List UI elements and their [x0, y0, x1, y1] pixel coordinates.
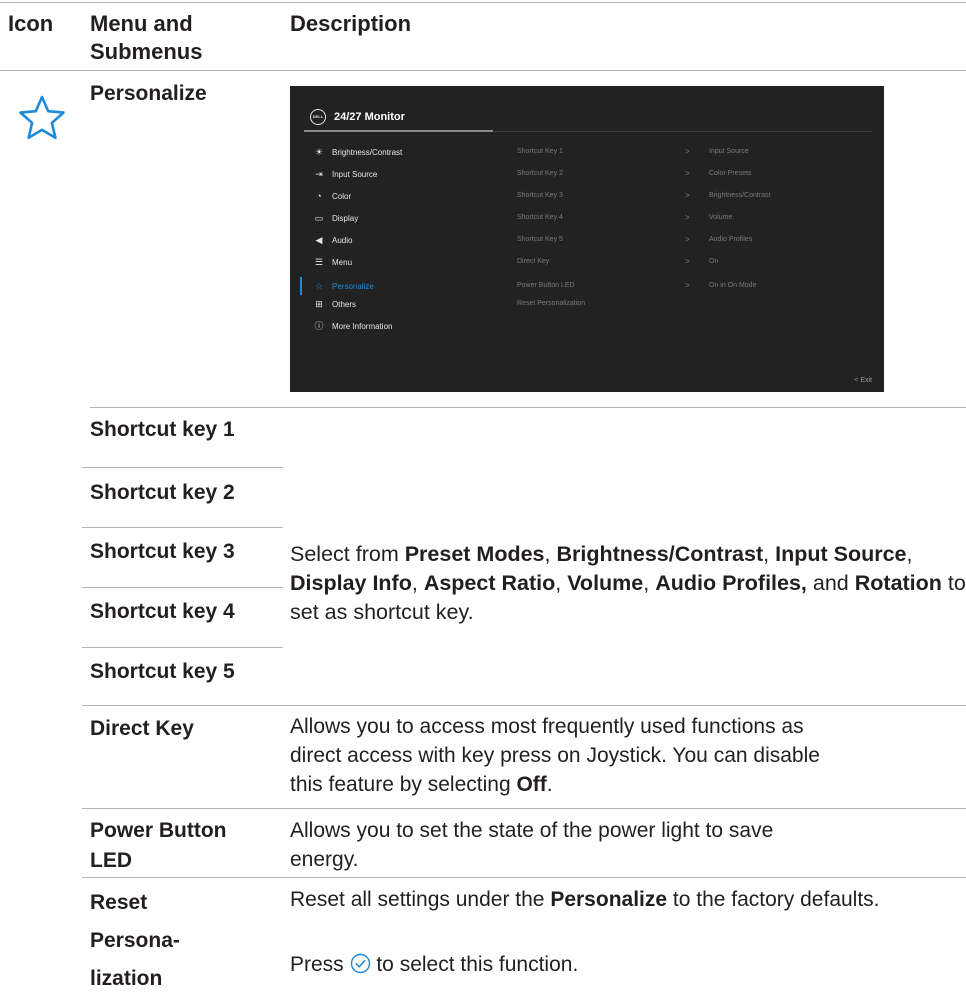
osd-submenu-power-led[interactable]: Power Button LED [517, 278, 575, 294]
osd-submenu-shortcut-5[interactable]: Shortcut Key 5 [517, 232, 563, 248]
osd-selection-bar [300, 277, 302, 295]
power-button-led-label: Power Button LED [90, 819, 227, 872]
others-icon: ⊞ [315, 299, 323, 309]
header-rule [0, 70, 966, 71]
palette-icon: ◔ [316, 191, 322, 201]
direct-key-label: Direct Key [90, 717, 194, 740]
chevron-right-icon: > [685, 191, 690, 200]
input-icon: ⇥ [315, 169, 323, 179]
osd-menu-input-source[interactable]: ⇥ Input Source [310, 166, 500, 182]
header-menu: Menu and Submenus [90, 11, 203, 64]
reset-personalization-label: Reset Persona- lization [90, 891, 180, 990]
osd-submenu-shortcut-3[interactable]: Shortcut Key 3 [517, 188, 563, 204]
osd-menu-more-information[interactable]: ⓘ More Information [310, 318, 500, 334]
row-rule [82, 647, 283, 648]
dell-logo: DELL [310, 109, 326, 125]
speaker-icon: ◀ [315, 235, 323, 245]
shortcut-key-3-label: Shortcut key 3 [90, 540, 235, 563]
osd-submenu-shortcut-4[interactable]: Shortcut Key 4 [517, 210, 563, 226]
power-button-led-description: Allows you to set the state of the power… [290, 819, 774, 871]
osd-submenu-shortcut-1[interactable]: Shortcut Key 1 [517, 144, 563, 160]
osd-menu-display[interactable]: ▭ Display [310, 210, 500, 226]
monitor-icon: ▭ [314, 213, 324, 223]
sun-icon: ☀ [314, 147, 324, 157]
row-rule [90, 407, 966, 408]
osd-value-shortcut-5: Audio Profiles [709, 236, 753, 243]
row-rule [82, 705, 966, 706]
osd-menu-audio[interactable]: ◀ Audio [310, 232, 500, 248]
shortcut-key-4-label: Shortcut key 4 [90, 600, 235, 623]
osd-submenu-shortcut-2[interactable]: Shortcut Key 2 [517, 166, 563, 182]
star-icon: ☆ [314, 281, 324, 291]
shortcut-key-2-label: Shortcut key 2 [90, 481, 235, 504]
osd-separator-highlight [304, 130, 493, 132]
osd-menu-personalize[interactable]: ☆ Personalize [310, 278, 500, 294]
header-icon: Icon [8, 11, 54, 36]
osd-value-shortcut-4: Volume [709, 214, 733, 221]
osd-menu-menu[interactable]: ☰ Menu [310, 254, 500, 270]
menu-icon: ☰ [314, 257, 324, 267]
top-rule [0, 2, 966, 3]
direct-key-description: Allows you to access most frequently use… [290, 715, 820, 796]
osd-menu-color[interactable]: ◔ Color [310, 188, 500, 204]
osd-title: 24/27 Monitor [334, 111, 405, 123]
osd-value-shortcut-3: Brightness/Contrast [709, 192, 771, 199]
chevron-right-icon: > [685, 213, 690, 222]
info-icon: ⓘ [314, 321, 324, 331]
chevron-right-icon: > [685, 147, 690, 156]
section-title: Personalize [90, 82, 207, 105]
shortcut-key-5-label: Shortcut key 5 [90, 660, 235, 683]
row-rule [82, 877, 966, 878]
reset-personalization-description: Reset all settings under the Personalize… [290, 888, 880, 911]
chevron-right-icon: > [685, 169, 690, 178]
check-circle-icon [350, 953, 370, 974]
osd-menu-others[interactable]: ⊞ Others [310, 296, 500, 312]
osd-menu-brightness[interactable]: ☀ Brightness/Contrast [310, 144, 500, 160]
chevron-right-icon: > [685, 257, 690, 266]
chevron-right-icon: > [685, 235, 690, 244]
header-description: Description [290, 11, 412, 36]
osd-exit-button[interactable]: < Exit [854, 377, 872, 384]
osd-submenu-reset[interactable]: Reset Personalization [517, 296, 585, 312]
osd-value-power-led: On in On Mode [709, 282, 757, 289]
reset-press-instruction: Press to select this function. [290, 953, 579, 976]
osd-submenu-direct-key[interactable]: Direct Key [517, 254, 549, 270]
row-rule [82, 587, 283, 588]
osd-value-shortcut-2: Color Presets [709, 170, 752, 177]
osd-screenshot: DELL 24/27 Monitor ☀ Brightness/Contrast … [290, 86, 884, 392]
row-rule [82, 467, 283, 468]
row-rule [82, 808, 966, 809]
osd-value-direct-key: On [709, 258, 719, 265]
row-rule [82, 527, 283, 528]
osd-value-shortcut-1: Input Source [709, 148, 749, 155]
shortcut-key-1-label: Shortcut key 1 [90, 418, 235, 441]
chevron-right-icon: > [685, 281, 690, 290]
star-outline-icon [19, 95, 65, 140]
shortcut-keys-description: Select from Preset Modes, Brightness/Con… [290, 542, 966, 624]
